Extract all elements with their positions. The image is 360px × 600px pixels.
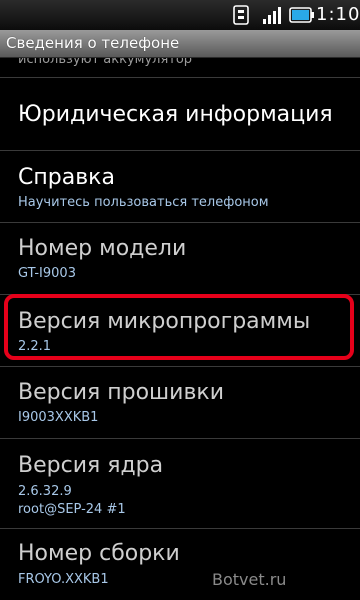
signal-icon [263,7,281,24]
watermark: Botvet.ru [212,570,287,589]
list-item-title: Юридическая информация [18,102,333,127]
list-item-title: Версия прошивки [18,380,225,405]
battery-icon [289,7,314,23]
list-item-summary-line-2: root@SEP-24 #1 [18,502,126,517]
list-item-summary: I9003XXKB1 [18,410,99,425]
highlight-frame [4,294,354,360]
list-item-summary: 2.6.32.9 [18,484,72,499]
list-item-summary: используют аккумулятор [18,58,193,67]
list-item-build-number: Номер сборки FROYO.XXKB1 [0,529,360,600]
list-item-legal-info[interactable]: Юридическая информация [0,78,360,148]
list-item-help[interactable]: Справка Научитесь пользоваться телефоном [0,151,360,221]
title-bar: Сведения о телефоне [0,30,360,58]
list-item-model-number: Номер модели GT-I9003 [0,223,360,293]
list-item-baseband-version: Версия прошивки I9003XXKB1 [0,367,360,437]
list-item-title: Номер модели [18,236,187,261]
status-time: 1:10 [316,4,360,25]
list-item-title: Версия ядра [18,453,164,478]
usb-icon [233,5,249,25]
settings-list: используют аккумулятор Юридическая инфор… [0,58,360,600]
list-item-summary: GT-I9003 [18,266,76,281]
page-title: Сведения о телефоне [6,34,180,52]
status-bar: 1:10 [0,0,360,30]
list-item-title: Номер сборки [18,541,180,566]
list-item-title: Справка [18,165,115,190]
list-item-battery-usage[interactable]: используют аккумулятор [0,58,360,74]
list-item-summary: Научитесь пользоваться телефоном [18,195,269,210]
list-item-kernel-version: Версия ядра 2.6.32.9 root@SEP-24 #1 [0,439,360,527]
list-item-summary: FROYO.XXKB1 [18,572,109,587]
